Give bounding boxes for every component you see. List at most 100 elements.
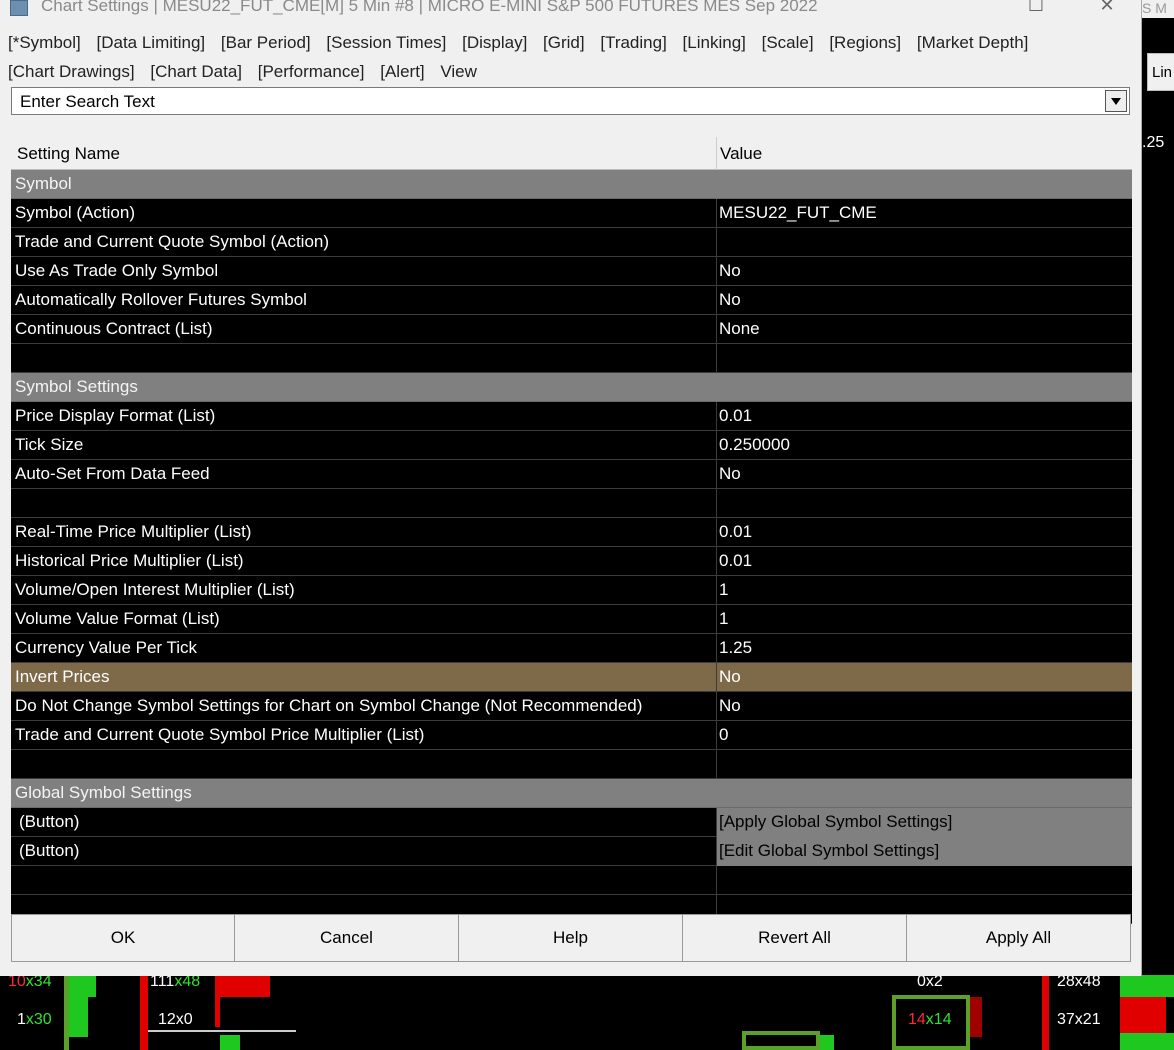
window-title: Chart Settings | MESU22_FUT_CME[M] 5 Min… — [41, 0, 818, 15]
setting-row[interactable]: Continuous Contract (List) None — [11, 315, 1132, 344]
column-header-setting-name[interactable]: Setting Name — [17, 144, 120, 164]
setting-name: Trade and Current Quote Symbol Price Mul… — [15, 725, 425, 744]
chart-settings-dialog: Chart Settings | MESU22_FUT_CME[M] 5 Min… — [0, 0, 1142, 976]
action-button-label[interactable]: [Apply Global Symbol Settings] — [719, 812, 952, 832]
background-chart-title-fragment: S M — [1142, 0, 1174, 18]
setting-name: Invert Prices — [15, 667, 110, 686]
background-bid-ask-label: 1x30 — [17, 1011, 52, 1028]
setting-value[interactable]: No — [719, 464, 741, 484]
column-header-value[interactable]: Value — [720, 144, 762, 164]
tab-chart-drawings[interactable]: [Chart Drawings] — [8, 62, 135, 81]
apply-all-button[interactable]: Apply All — [906, 914, 1131, 962]
setting-row[interactable]: Price Display Format (List) 0.01 — [11, 402, 1132, 431]
setting-row[interactable]: Invert Prices No — [11, 663, 1132, 692]
section-label: Symbol — [15, 174, 72, 193]
tab-performance[interactable]: [Performance] — [258, 62, 365, 81]
ok-button[interactable]: OK — [11, 914, 235, 962]
setting-name: Symbol (Action) — [15, 203, 135, 222]
setting-row[interactable]: Real-Time Price Multiplier (List) 0.01 — [11, 518, 1132, 547]
tab-bar-period[interactable]: [Bar Period] — [221, 33, 311, 52]
setting-row[interactable]: (Button) [Edit Global Symbol Settings] — [11, 837, 1132, 866]
setting-value[interactable]: 0.01 — [719, 522, 752, 542]
cancel-button[interactable]: Cancel — [234, 914, 459, 962]
section-header-row: Global Symbol Settings — [11, 779, 1132, 808]
tab-linking[interactable]: [Linking] — [683, 33, 746, 52]
settings-grid: Setting Name Value Symbol Symbol (Action)… — [11, 137, 1132, 924]
revert-all-button[interactable]: Revert All — [682, 914, 907, 962]
title-bar[interactable]: Chart Settings | MESU22_FUT_CME[M] 5 Min… — [0, 0, 1142, 20]
tab-trading[interactable]: [Trading] — [600, 33, 666, 52]
setting-value[interactable]: None — [719, 319, 760, 339]
setting-value[interactable]: 1 — [719, 580, 728, 600]
background-chart-bottom: 10x34 1x30 111x48 12x0 0x2 14x14 28x48 3… — [0, 973, 1174, 1050]
setting-name: Volume/Open Interest Multiplier (List) — [15, 580, 295, 599]
setting-name: Volume Value Format (List) — [15, 609, 220, 628]
setting-name: Do Not Change Symbol Settings for Chart … — [15, 696, 643, 715]
setting-row[interactable]: Tick Size 0.250000 — [11, 431, 1132, 460]
setting-value[interactable]: No — [719, 290, 741, 310]
setting-row[interactable]: Currency Value Per Tick 1.25 — [11, 634, 1132, 663]
background-bid-ask-label: 12x0 — [158, 1011, 193, 1028]
blank-row — [11, 344, 1132, 373]
setting-row[interactable]: Trade and Current Quote Symbol Price Mul… — [11, 721, 1132, 750]
setting-value[interactable]: 0 — [719, 725, 728, 745]
setting-row[interactable]: Volume/Open Interest Multiplier (List) 1 — [11, 576, 1132, 605]
tab-display[interactable]: [Display] — [462, 33, 527, 52]
blank-row — [11, 489, 1132, 518]
setting-row[interactable]: (Button) [Apply Global Symbol Settings] — [11, 808, 1132, 837]
tab-session-times[interactable]: [Session Times] — [326, 33, 446, 52]
setting-value[interactable]: 0.250000 — [719, 435, 790, 455]
tab-grid[interactable]: [Grid] — [543, 33, 585, 52]
maximize-button[interactable]: ☐ — [1016, 0, 1056, 18]
chevron-down-icon[interactable] — [1105, 90, 1127, 112]
setting-row[interactable]: Symbol (Action) MESU22_FUT_CME — [11, 199, 1132, 228]
close-button[interactable]: ✕ — [1087, 0, 1127, 18]
setting-value[interactable]: 0.01 — [719, 551, 752, 571]
tab-data-limiting[interactable]: [Data Limiting] — [96, 33, 205, 52]
setting-value[interactable]: No — [719, 696, 741, 716]
search-input[interactable] — [18, 90, 1102, 114]
tab-symbol[interactable]: [*Symbol] — [8, 33, 81, 52]
setting-value[interactable]: 1 — [719, 609, 728, 629]
tab-alert[interactable]: [Alert] — [380, 62, 424, 81]
setting-name: Tick Size — [15, 435, 84, 454]
background-bid-ask-label: 37x21 — [1057, 1011, 1101, 1028]
tab-chart-data[interactable]: [Chart Data] — [150, 62, 242, 81]
help-button[interactable]: Help — [458, 914, 683, 962]
setting-name: Real-Time Price Multiplier (List) — [15, 522, 252, 541]
action-button-label[interactable]: [Edit Global Symbol Settings] — [719, 841, 939, 861]
setting-name: Trade and Current Quote Symbol (Action) — [15, 232, 330, 251]
search-combobox[interactable] — [11, 87, 1130, 115]
tab-regions[interactable]: [Regions] — [829, 33, 901, 52]
setting-value[interactable]: MESU22_FUT_CME — [719, 203, 877, 223]
setting-value[interactable]: 0.01 — [719, 406, 752, 426]
setting-row[interactable]: Historical Price Multiplier (List) 0.01 — [11, 547, 1132, 576]
section-header-row: Symbol — [11, 170, 1132, 199]
setting-name: Use As Trade Only Symbol — [15, 261, 219, 280]
tab-view[interactable]: View — [440, 62, 477, 81]
tab-scale[interactable]: [Scale] — [762, 33, 814, 52]
background-chart-right: S M Lin .25 — [1142, 0, 1174, 1050]
setting-name: Automatically Rollover Futures Symbol — [15, 290, 307, 309]
setting-row[interactable]: Trade and Current Quote Symbol (Action) — [11, 228, 1132, 257]
setting-value[interactable]: 1.25 — [719, 638, 752, 658]
setting-row[interactable]: Do Not Change Symbol Settings for Chart … — [11, 692, 1132, 721]
background-toolbar-tab[interactable]: Lin — [1147, 53, 1174, 91]
background-price-label: .25 — [1142, 134, 1165, 151]
setting-name: Historical Price Multiplier (List) — [15, 551, 244, 570]
setting-value[interactable]: No — [719, 261, 741, 281]
background-bid-ask-label: 14x14 — [908, 1011, 952, 1028]
setting-row[interactable]: Automatically Rollover Futures Symbol No — [11, 286, 1132, 315]
setting-name: (Button) — [19, 812, 80, 831]
setting-row[interactable]: Auto-Set From Data Feed No — [11, 460, 1132, 489]
blank-row — [11, 866, 1132, 895]
grid-header: Setting Name Value — [11, 137, 1132, 170]
blank-row — [11, 750, 1132, 779]
section-header-row: Symbol Settings — [11, 373, 1132, 402]
setting-name: Continuous Contract (List) — [15, 319, 213, 338]
setting-name: Auto-Set From Data Feed — [15, 464, 210, 483]
setting-row[interactable]: Volume Value Format (List) 1 — [11, 605, 1132, 634]
setting-value[interactable]: No — [719, 667, 741, 687]
setting-row[interactable]: Use As Trade Only Symbol No — [11, 257, 1132, 286]
tab-market-depth[interactable]: [Market Depth] — [917, 33, 1029, 52]
